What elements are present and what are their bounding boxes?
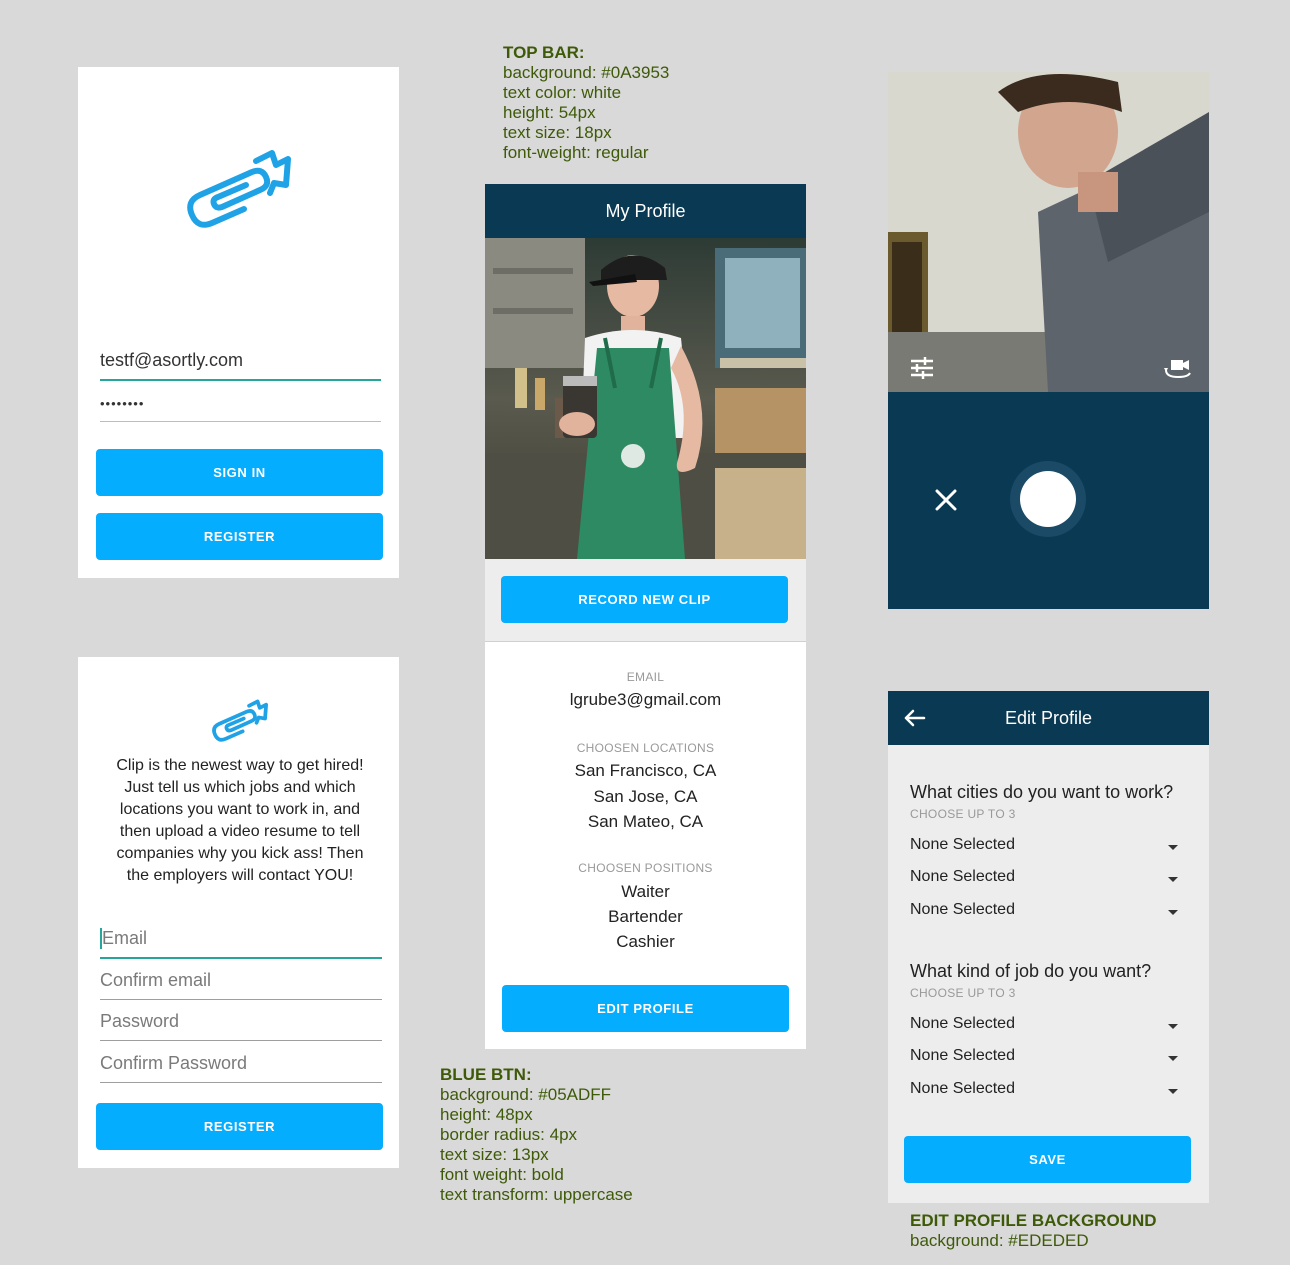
note-line: height: 54px [503, 103, 596, 122]
dropdown-value: None Selected [910, 1080, 1015, 1097]
sliders-icon[interactable] [909, 357, 935, 379]
dropdown-value: None Selected [910, 868, 1015, 885]
edit-profile-button[interactable]: Edit profile [502, 985, 789, 1032]
email-field[interactable]: testf@asortly.com [100, 339, 381, 381]
confirm-email-field[interactable]: Confirm email [100, 959, 382, 1000]
caret-down-icon [1168, 877, 1178, 882]
caret-down-icon [1168, 910, 1178, 915]
caret-down-icon [1168, 1089, 1178, 1094]
cities-hint: CHOOSE UP TO 3 [910, 807, 1016, 821]
shutter-button[interactable] [1010, 461, 1086, 537]
position-item: Cashier [616, 932, 675, 951]
confirm-password-field[interactable]: Confirm Password [100, 1042, 382, 1083]
city-dropdown[interactable]: None Selected [910, 868, 1186, 892]
paperclip-camera-icon [187, 150, 291, 228]
position-item: Bartender [608, 907, 683, 926]
register-button[interactable]: Register [96, 1103, 383, 1150]
dropdown-value: None Selected [910, 1047, 1015, 1064]
caret-down-icon [1168, 1056, 1178, 1061]
register-screen: Clip is the newest way to get hired! Jus… [78, 657, 399, 1168]
topbar-spec-note: TOP BAR: background: #0A3953 text color:… [503, 43, 669, 163]
location-item: San Francisco, CA [574, 761, 717, 780]
note-heading: BLUE BTN: [440, 1065, 532, 1084]
location-item: San Mateo, CA [587, 812, 704, 831]
save-button[interactable]: Save [904, 1136, 1191, 1183]
profile-photo [485, 238, 806, 559]
dropdown-value: None Selected [910, 836, 1015, 853]
dropdown-value: None Selected [910, 1015, 1015, 1032]
password-field[interactable]: •••••••• [100, 381, 381, 422]
note-line: background: #EDEDED [910, 1231, 1089, 1250]
position-item: Waiter [621, 882, 670, 901]
register-button[interactable]: Register [96, 513, 383, 560]
caret-down-icon [1168, 845, 1178, 850]
job-dropdown[interactable]: None Selected [910, 1080, 1186, 1104]
close-icon[interactable] [935, 489, 957, 511]
email-label: EMAIL [626, 670, 665, 684]
note-line: text size: 18px [503, 123, 612, 142]
note-line: background: #0A3953 [503, 63, 670, 82]
note-heading: TOP BAR: [503, 43, 585, 62]
login-screen: testf@asortly.com •••••••• Sign in Regis… [78, 67, 399, 578]
edit-profile-screen: Edit Profile What cities do you want to … [888, 691, 1209, 1203]
camera-preview [888, 72, 1209, 392]
page-title: Edit Profile [1004, 707, 1093, 728]
profile-screen: My Profile RECORD NEW CLIP EMAIL lgrube3… [485, 184, 806, 1049]
edit-background-spec-note: EDIT PROFILE BACKGROUND background: #EDE… [910, 1211, 1157, 1251]
button-spec-note: BLUE BTN: background: #05ADFF height: 48… [440, 1065, 633, 1205]
locations-label: CHOOSEN LOCATIONS [576, 741, 715, 755]
email-field[interactable]: Email [100, 917, 382, 959]
note-line: font-weight: regular [503, 143, 649, 162]
password-field[interactable]: Password [100, 1000, 382, 1041]
job-dropdown[interactable]: None Selected [910, 1015, 1186, 1039]
note-heading: EDIT PROFILE BACKGROUND [910, 1211, 1157, 1230]
positions-label: CHOOSEN POSITIONS [578, 861, 713, 875]
cities-question: What cities do you want to work? [910, 782, 1174, 802]
note-line: text transform: uppercase [440, 1185, 633, 1204]
camera-screen [888, 72, 1209, 609]
page-title: My Profile [605, 200, 686, 221]
job-dropdown[interactable]: None Selected [910, 1047, 1186, 1071]
note-line: text size: 13px [440, 1145, 549, 1164]
sign-in-button[interactable]: Sign in [96, 449, 383, 496]
shutter-inner [1020, 471, 1076, 527]
top-bar: Edit Profile [888, 691, 1209, 745]
record-new-clip-button[interactable]: Record new clip [501, 576, 788, 623]
email-value: lgrube3@gmail.com [569, 690, 722, 709]
city-dropdown[interactable]: None Selected [910, 836, 1186, 860]
switch-camera-icon[interactable] [1163, 357, 1193, 379]
location-item: San Jose, CA [593, 787, 698, 806]
paperclip-camera-icon [212, 699, 268, 742]
jobs-question: What kind of job do you want? [910, 961, 1152, 981]
note-line: text color: white [503, 83, 622, 102]
note-line: border radius: 4px [440, 1125, 578, 1144]
back-arrow-icon[interactable] [904, 709, 926, 727]
caret-down-icon [1168, 1024, 1178, 1029]
city-dropdown[interactable]: None Selected [910, 901, 1186, 925]
note-line: background: #05ADFF [440, 1085, 612, 1104]
intro-text: Clip is the newest way to get hired! Jus… [116, 757, 364, 884]
jobs-hint: CHOOSE UP TO 3 [910, 986, 1016, 1000]
dropdown-value: None Selected [910, 901, 1015, 918]
note-line: height: 48px [440, 1105, 533, 1124]
note-line: font weight: bold [440, 1165, 564, 1184]
top-bar: My Profile [485, 184, 806, 238]
